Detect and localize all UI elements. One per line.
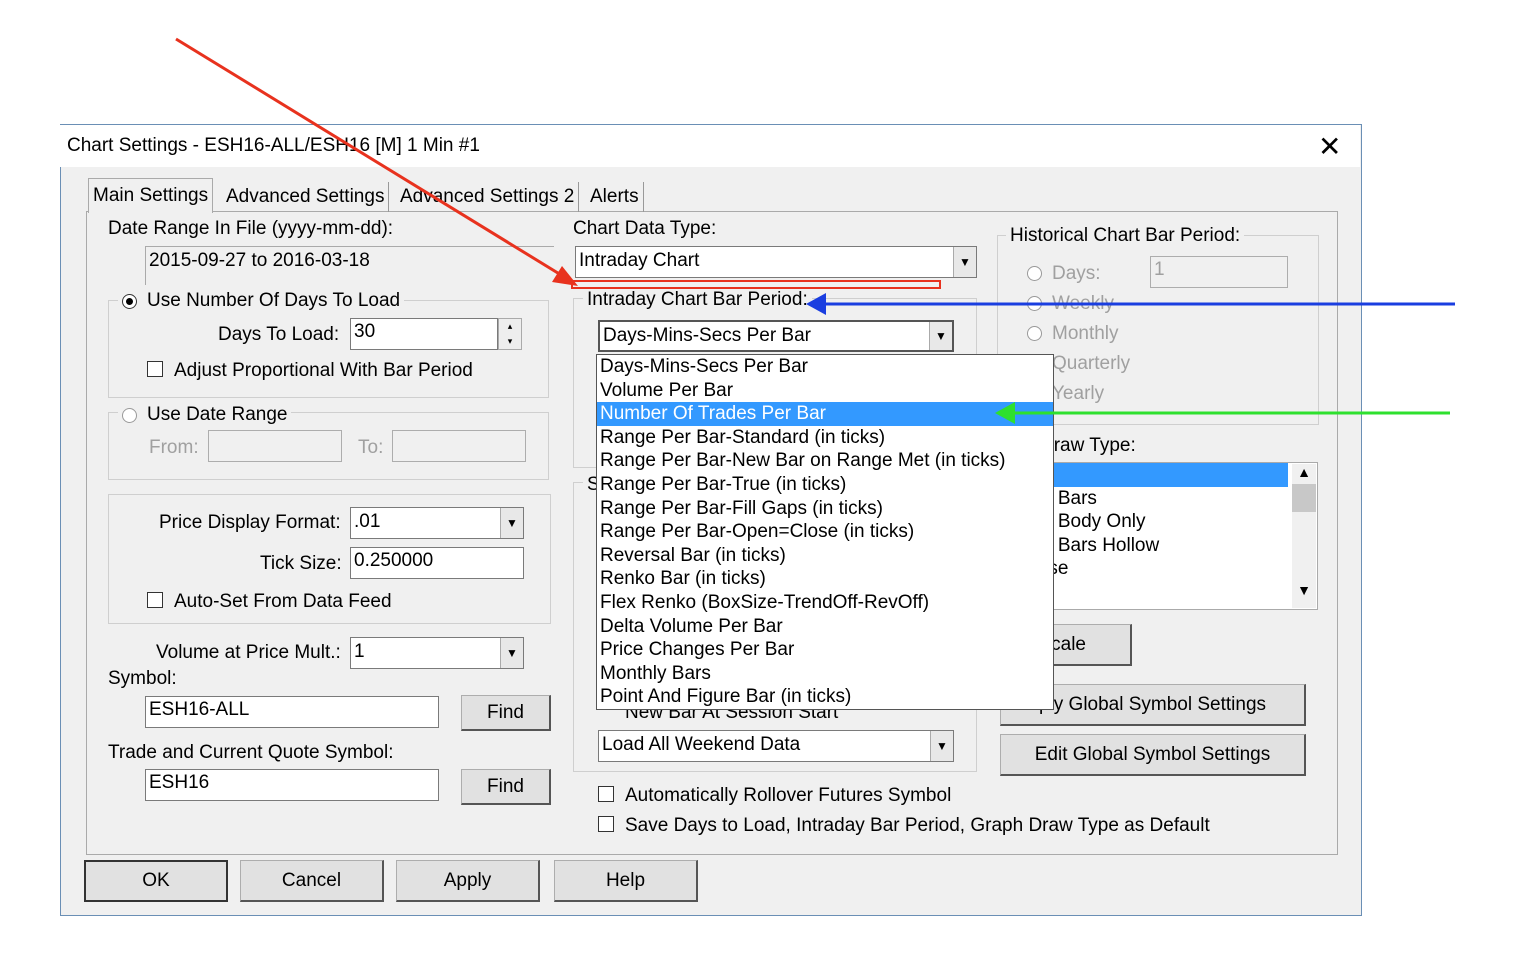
- blue-arrow-head: [806, 293, 826, 315]
- red-arrow-line: [175, 37, 567, 280]
- green-arrow-head: [995, 402, 1015, 424]
- annotation-overlay: [175, 37, 1455, 424]
- red-highlight-box: [571, 280, 941, 289]
- red-arrow-head: [552, 266, 578, 286]
